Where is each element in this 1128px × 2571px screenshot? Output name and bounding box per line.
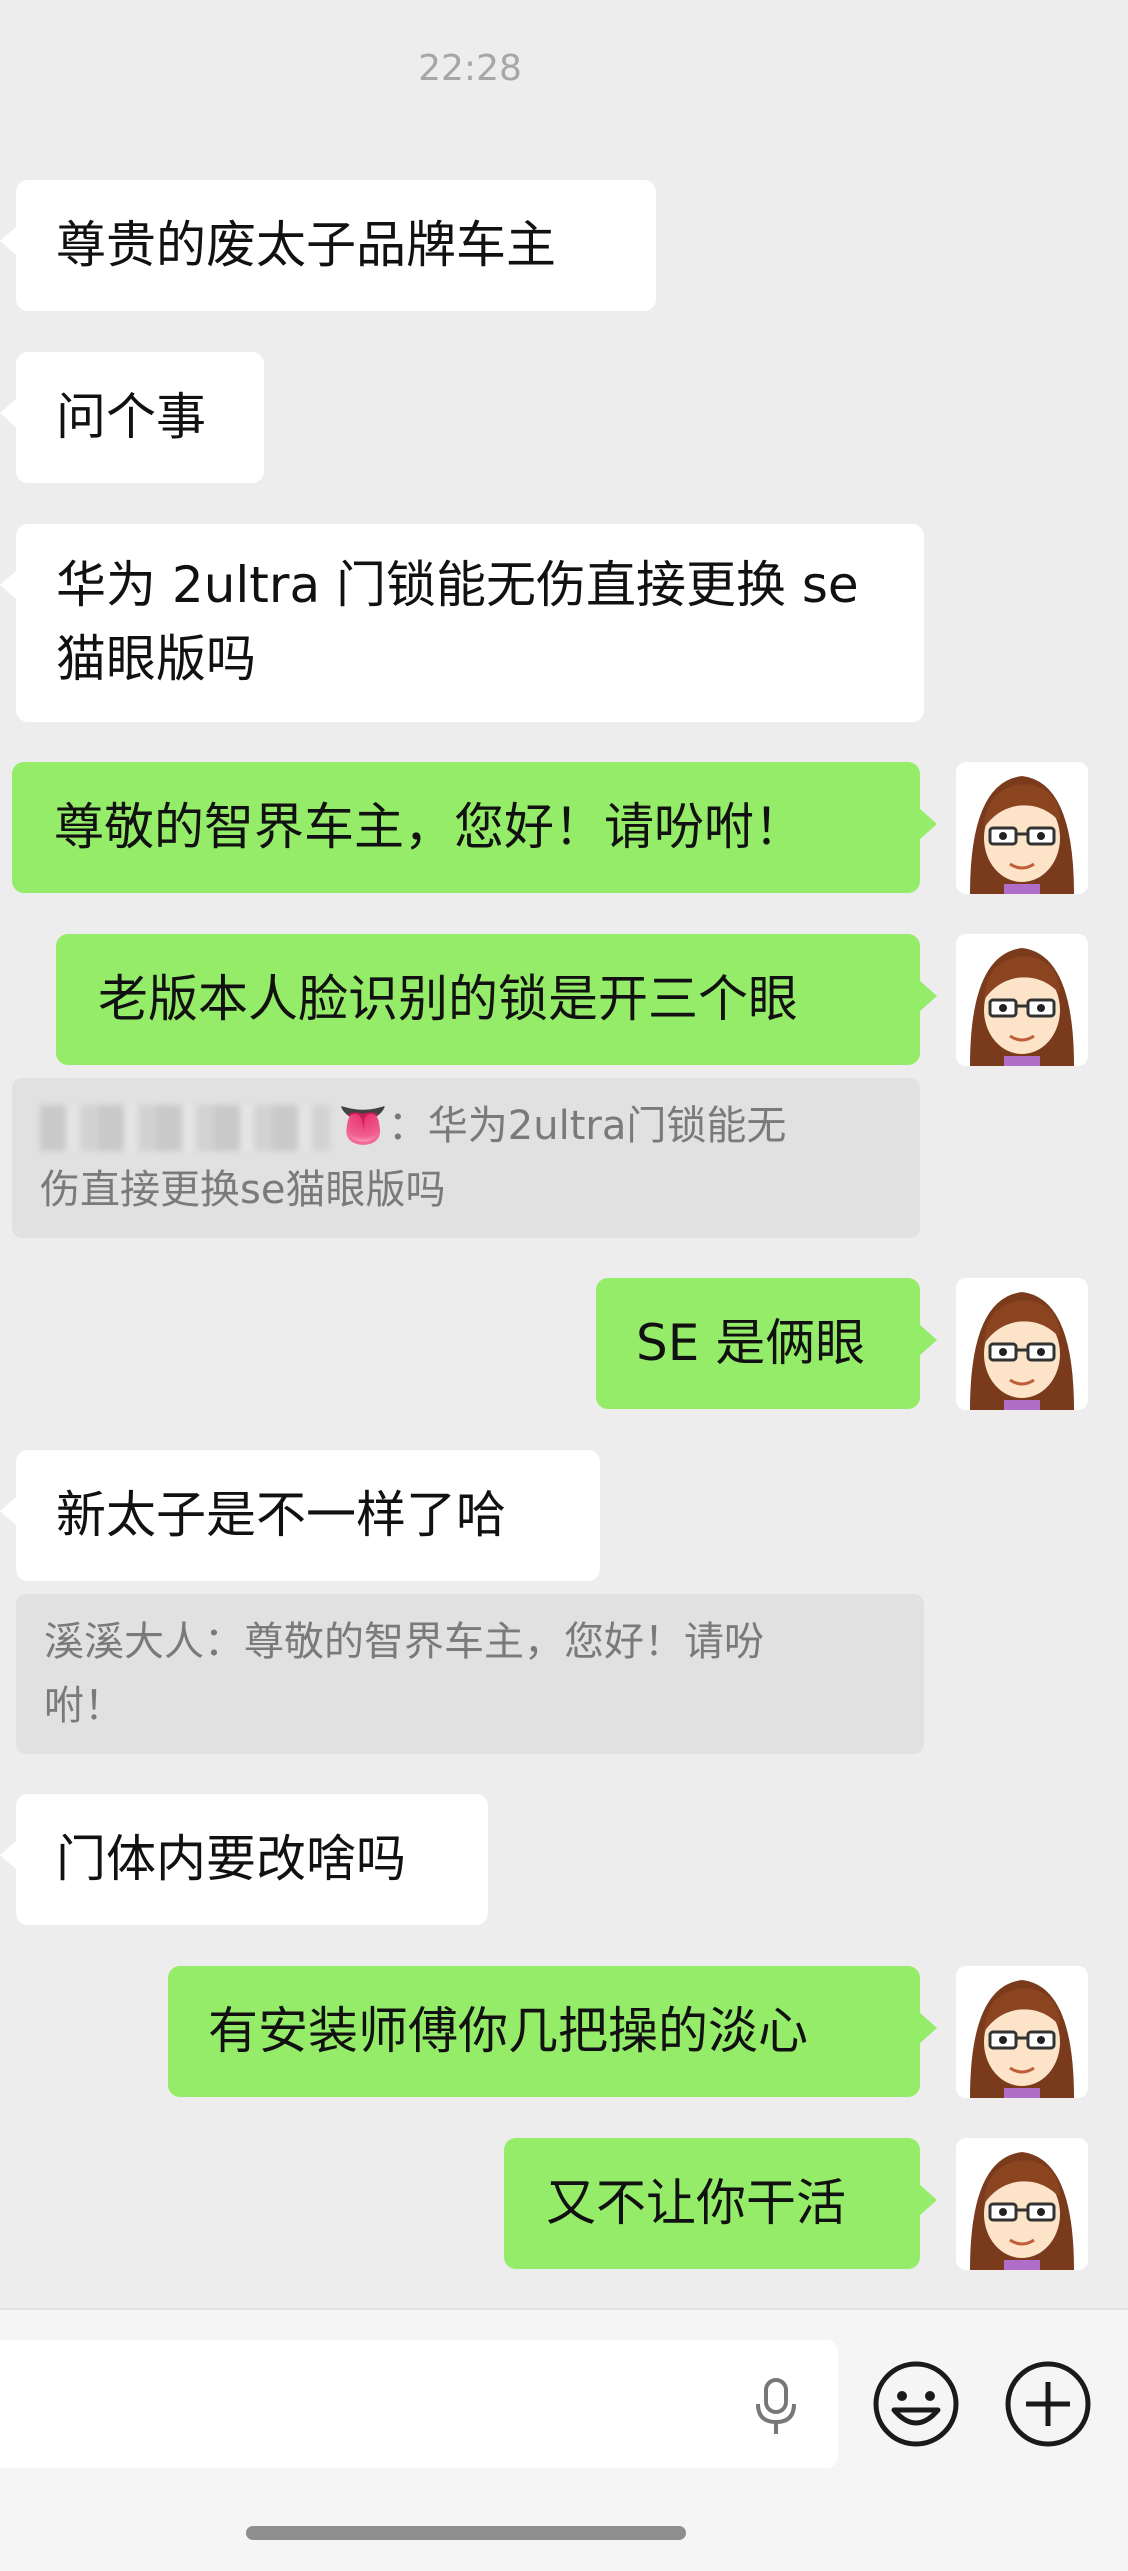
quote-line: 咐！ (44, 1683, 124, 1729)
avatar[interactable] (956, 762, 1088, 894)
avatar-icon (970, 2152, 1074, 2270)
message-bubble-received[interactable]: 华为 2ultra 门锁能无伤直接更换 se 猫眼版吗 (0, 524, 924, 722)
avatar[interactable] (956, 1278, 1088, 1410)
avatar-icon (970, 948, 1074, 1066)
avatar-icon (970, 776, 1074, 894)
message-text: 有安装师傅你几把操的淡心 (208, 2002, 808, 2060)
message-bubble-received[interactable]: 问个事 (0, 352, 264, 483)
message-input[interactable] (0, 2340, 838, 2468)
redacted-name (40, 1105, 330, 1151)
quoted-reply[interactable]: 👅：华为2ultra门锁能无 伤直接更换se猫眼版吗 (12, 1078, 920, 1238)
message-text-line: 猫眼版吗 (56, 630, 256, 688)
microphone-icon[interactable] (748, 2376, 804, 2436)
quote-text: ：华为2ultra门锁能无 (387, 1103, 787, 1149)
message-text: 又不让你干活 (546, 2174, 846, 2232)
message-text: 尊敬的智界车主，您好！请吩咐！ (54, 798, 804, 856)
message-bubble-sent[interactable]: 有安装师傅你几把操的淡心 (168, 1966, 937, 2097)
message-bubble-sent[interactable]: 又不让你干活 (504, 2138, 937, 2269)
smiley-icon[interactable] (872, 2360, 960, 2448)
timestamp: 22:28 (418, 48, 522, 89)
message-bubble-received[interactable]: 尊贵的废太子品牌车主 (0, 180, 656, 311)
home-indicator[interactable] (246, 2526, 686, 2540)
message-text-line: 华为 2ultra 门锁能无伤直接更换 se (56, 556, 859, 614)
message-bubble-received[interactable]: 新太子是不一样了哈 (0, 1450, 600, 1581)
message-text: 尊贵的废太子品牌车主 (56, 216, 556, 274)
message-bubble-sent[interactable]: 尊敬的智界车主，您好！请吩咐！ (12, 762, 937, 893)
quote-line: 伤直接更换se猫眼版吗 (40, 1167, 446, 1213)
input-bar (0, 2308, 1128, 2571)
avatar[interactable] (956, 934, 1088, 1066)
message-text: 问个事 (56, 388, 206, 446)
quoted-reply[interactable]: 溪溪大人：尊敬的智界车主，您好！请吩 咐！ (16, 1594, 924, 1754)
avatar-icon (970, 1292, 1074, 1410)
emoji: 👅 (338, 1103, 388, 1149)
quote-line: 溪溪大人：尊敬的智界车主，您好！请吩 (44, 1619, 764, 1665)
message-bubble-received[interactable]: 门体内要改啥吗 (0, 1794, 488, 1925)
message-bubble-sent[interactable]: 老版本人脸识别的锁是开三个眼 (56, 934, 937, 1065)
message-text: 老版本人脸识别的锁是开三个眼 (98, 970, 798, 1028)
quote-line: 👅：华为2ultra门锁能无 (40, 1094, 920, 1158)
message-bubble-sent[interactable]: SE 是俩眼 (596, 1278, 937, 1409)
avatar-icon (970, 1980, 1074, 2098)
message-text: 门体内要改啥吗 (56, 1830, 406, 1888)
message-text: SE 是俩眼 (636, 1314, 866, 1372)
plus-circle-icon[interactable] (1004, 2360, 1092, 2448)
message-text: 新太子是不一样了哈 (56, 1486, 506, 1544)
avatar[interactable] (956, 2138, 1088, 2270)
avatar[interactable] (956, 1966, 1088, 2098)
